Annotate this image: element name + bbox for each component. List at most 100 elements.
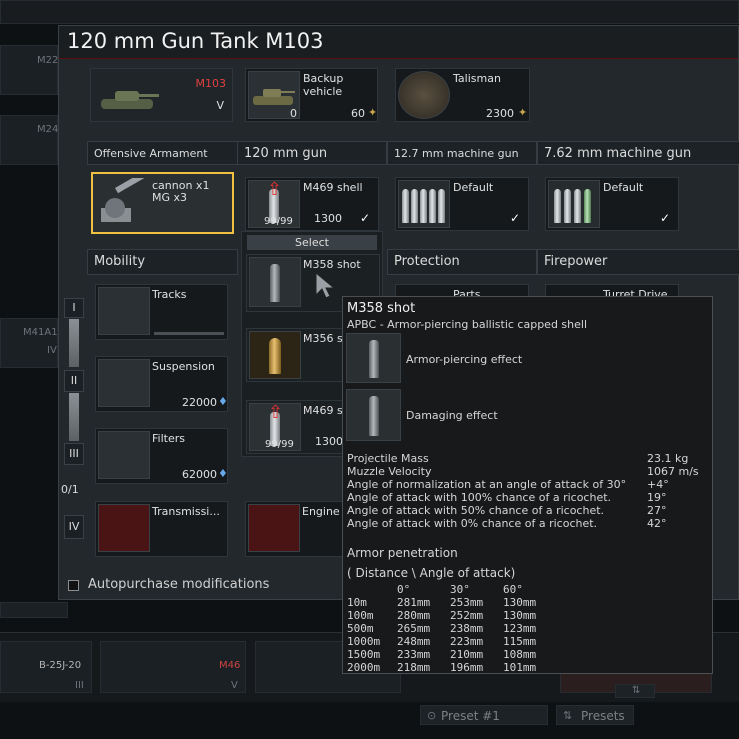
backup-vehicle-slot[interactable]: Backup vehicle 0 60 ✦ [245, 68, 378, 122]
pen-cell: 223mm [450, 635, 484, 648]
mod-filters[interactable]: Filters 62000 ♦ [95, 428, 228, 484]
pen-cell: 130mm [503, 609, 537, 622]
talisman-image [398, 71, 450, 119]
mod-engine[interactable]: Engine [245, 501, 345, 557]
mg762-belt-name: Default [603, 181, 644, 194]
ammo-option-name: M358 shot [303, 258, 361, 271]
sort-icon: ⇅ [632, 685, 641, 696]
backup-label: Backup vehicle [303, 72, 344, 98]
pen-cell: 238mm [450, 622, 484, 635]
bg-vehicle-card[interactable]: M41A1 IV [0, 318, 58, 368]
mod-transmission[interactable]: Transmissi... [95, 501, 228, 557]
bullet-icon [584, 189, 591, 223]
penetration-title: Armor penetration [347, 546, 458, 560]
ammo-option-name: M469 s [303, 404, 343, 417]
preset-selector[interactable]: ⊙ Preset #1 [420, 705, 548, 725]
engine-icon [248, 504, 300, 552]
pen-row-distance: 100m [347, 609, 374, 622]
bg-collapse-bar[interactable] [0, 602, 68, 618]
vehicle-slot[interactable]: M103 V [90, 68, 233, 122]
talisman-slot[interactable]: Talisman 2300 ✦ [395, 68, 530, 122]
gun-shell-name: M469 shell [303, 181, 363, 194]
ammo-option-count: 99/99 [265, 439, 294, 450]
bullet-icon [554, 189, 561, 223]
bg-vehicle-name: M41A1 [23, 327, 58, 338]
tier-progress-bar [69, 319, 79, 367]
gun-ammo-card[interactable]: ⇧ M469 shell 99/99 1300 ✓ [245, 177, 379, 231]
belt-image [398, 180, 450, 228]
penetration-subtitle: ( Distance \ Angle of attack) [347, 566, 516, 580]
mouse-cursor-icon [315, 271, 336, 299]
shell-icon [369, 340, 379, 378]
tier-iii[interactable]: III [64, 443, 84, 465]
pen-col-header: 30° [450, 583, 470, 596]
pen-row-distance: 1000m [347, 635, 381, 648]
tier-i[interactable]: I [64, 298, 84, 318]
tier-iv[interactable]: IV [64, 515, 84, 539]
mod-filters-price: 62000 [182, 468, 217, 481]
he-arrow-icon: ⇧ [268, 402, 284, 423]
tank-icon [253, 89, 295, 105]
stat-value: 27° [647, 504, 667, 517]
bg-vehicle-card[interactable]: M24 [0, 115, 58, 165]
autopurchase-label: Autopurchase modifications [88, 577, 270, 592]
bg-vehicle-card[interactable]: B-25J-20 III [0, 641, 92, 693]
damage-effect-label: Damaging effect [406, 409, 498, 422]
suspension-icon [98, 359, 150, 407]
bg-vehicle-card[interactable]: M46 V [100, 641, 246, 693]
shell-icon [369, 396, 379, 436]
tooltip-shell-type: APBC - Armor-piercing ballistic capped s… [347, 318, 588, 331]
check-icon: ✓ [510, 211, 521, 225]
tier-ii[interactable]: II [64, 370, 84, 392]
stat-value: 19° [647, 491, 667, 504]
mg762-ammo-card[interactable]: Default ✓ [545, 177, 679, 231]
tank-icon [101, 91, 159, 109]
presets-button[interactable]: ⇅ Presets [556, 705, 634, 725]
pen-row-distance: 1500m [347, 648, 381, 661]
backup-count: 0 [290, 107, 297, 120]
pen-cell: 101mm [503, 661, 537, 674]
bg-vehicle-name: M22 [37, 55, 59, 66]
he-arrow-icon: ⇧ [267, 179, 283, 200]
gun-shell-price: 1300 [314, 212, 342, 225]
mod-tracks[interactable]: Tracks [95, 284, 228, 340]
window-title: 120 mm Gun Tank M103 [67, 29, 324, 53]
header-7mm-mg: 7.62 mm machine gun [537, 141, 739, 165]
pen-cell: 233mm [397, 648, 431, 661]
pen-row-distance: 500m [347, 622, 374, 635]
weapon-card[interactable]: cannon x1 MG x3 [91, 172, 234, 234]
bullet-icon [438, 189, 445, 223]
pen-cell: 115mm [503, 635, 537, 648]
tier-counter: 0/1 [61, 483, 79, 496]
mod-engine-label: Engine [302, 505, 340, 518]
ammo-tooltip: M358 shot APBC - Armor-piercing ballisti… [342, 296, 713, 674]
bg-vehicle-rank: V [231, 680, 238, 691]
autopurchase-checkbox[interactable] [68, 580, 79, 591]
pen-cell: 280mm [397, 609, 431, 622]
header-offensive-armament: Offensive Armament [87, 141, 238, 165]
bg-vehicle-name: B-25J-20 [39, 660, 82, 671]
sort-button[interactable]: ⇅ [615, 684, 655, 698]
ammo-option-name: M356 s [303, 332, 343, 345]
bg-vehicle-card[interactable]: M22 [0, 45, 58, 95]
mod-suspension[interactable]: Suspension 22000 ♦ [95, 356, 228, 412]
stat-value: 23.1 kg [647, 452, 689, 465]
stat-label: Angle of attack with 100% chance of a ri… [347, 491, 612, 504]
shell-icon [269, 338, 281, 374]
bg-vehicle-rank: III [75, 680, 84, 691]
preset-icon: ⊙ [427, 709, 437, 722]
belt-image [548, 180, 600, 228]
tier-progress-bar [69, 393, 79, 441]
ap-effect-label: Armor-piercing effect [406, 353, 523, 366]
gun-ammo-count: 99/99 [264, 216, 293, 227]
mg127-ammo-card[interactable]: Default ✓ [395, 177, 529, 231]
shell-image [249, 257, 301, 307]
stat-label: Projectile Mass [347, 452, 429, 465]
mod-suspension-price: 22000 [182, 396, 217, 409]
mod-filters-label: Filters [152, 432, 185, 445]
header-firepower: Firepower [537, 249, 739, 275]
pen-row-distance: 2000m [347, 661, 381, 674]
bg-vehicle-name: M24 [37, 124, 59, 135]
ap-effect-image [346, 333, 401, 383]
header-120mm-gun: 120 mm gun [237, 141, 387, 165]
